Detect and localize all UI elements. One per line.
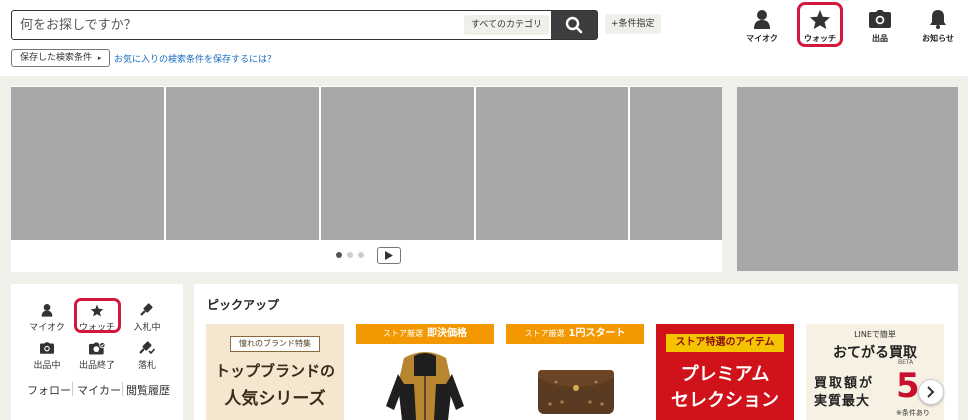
nav-sell[interactable]: 出品 bbox=[858, 6, 902, 48]
tag-small: ストア厳選 bbox=[383, 329, 423, 338]
search-icon bbox=[565, 16, 583, 34]
user-icon bbox=[41, 304, 53, 317]
card-headline: プレミアム bbox=[680, 364, 770, 385]
card-headline: おてがる買取 bbox=[833, 345, 917, 361]
pickup-card-buynow[interactable]: ストア厳選 即決価格 bbox=[356, 324, 494, 420]
saved-search-label: 保存した検索条件 bbox=[20, 53, 93, 63]
card-headline: 買取額が bbox=[814, 376, 875, 391]
chevron-right-icon bbox=[927, 386, 935, 398]
beta-badge: BETA bbox=[898, 359, 914, 366]
divider bbox=[122, 382, 123, 396]
camera-icon bbox=[869, 10, 891, 28]
menu-sell-ended[interactable]: 出品終了 bbox=[71, 338, 123, 372]
category-select[interactable]: すべてのカテゴリ bbox=[464, 15, 550, 35]
card-note: ※条件あり bbox=[896, 409, 930, 417]
menu-myauc[interactable]: マイオク bbox=[21, 300, 73, 334]
divider bbox=[72, 382, 73, 396]
wallet-image bbox=[538, 370, 614, 414]
tag-main: 即決価格 bbox=[427, 328, 467, 339]
search-input[interactable] bbox=[20, 11, 460, 39]
play-icon bbox=[385, 251, 393, 260]
bell-icon bbox=[930, 10, 946, 29]
nav-label: お知らせ bbox=[922, 34, 954, 43]
tag-small: ストア厳選 bbox=[524, 329, 565, 338]
menu-bidding[interactable]: 入札中 bbox=[121, 300, 173, 334]
camera-icon bbox=[40, 342, 54, 354]
jacket-image bbox=[386, 352, 464, 420]
condition-button[interactable]: +条件指定 bbox=[605, 14, 661, 34]
pickup-card-brand[interactable]: 憧れのブランド特集 トップブランドの 人気シリーズ bbox=[206, 324, 344, 420]
menu-follow-link[interactable]: フォロー bbox=[27, 382, 71, 398]
carousel-play-button[interactable] bbox=[377, 247, 401, 264]
gavel-icon bbox=[140, 303, 153, 316]
camera-check-icon bbox=[89, 341, 105, 354]
my-menu: マイオク ウォッチ 入札中 出品中 出品終了 落札 フォロー マイカー 閲覧履歴 bbox=[11, 284, 183, 420]
card-kicker: ストア特選のアイテム bbox=[666, 334, 784, 352]
card-kicker: LINEで簡単 bbox=[854, 330, 896, 339]
pickup-card-premium[interactable]: ストア特選のアイテム プレミアム セレクション bbox=[656, 324, 794, 420]
card-headline: トップブランドの bbox=[214, 362, 335, 380]
card-big-number: 5 bbox=[896, 366, 920, 406]
tag-main: 1円スタート bbox=[568, 328, 626, 339]
pickup-section: ピックアップ 憧れのブランド特集 トップブランドの 人気シリーズ ストア厳選 即決… bbox=[194, 284, 958, 420]
menu-label: 入札中 bbox=[133, 323, 161, 333]
watch-highlight bbox=[797, 2, 843, 47]
card-headline: 実質最大 bbox=[814, 394, 871, 409]
watch-highlight bbox=[74, 298, 121, 333]
card-headline: セレクション bbox=[671, 390, 779, 411]
pickup-card-buyback[interactable]: LINEで簡単 おてがる買取 BETA 買取額が 実質最大 5 ※条件あり bbox=[806, 324, 944, 420]
menu-selling[interactable]: 出品中 bbox=[21, 338, 73, 372]
pickup-next-button[interactable] bbox=[918, 379, 944, 405]
menu-label: 出品中 bbox=[33, 361, 61, 371]
side-banner[interactable] bbox=[737, 87, 958, 271]
banner-slide[interactable] bbox=[476, 87, 628, 240]
banner-carousel bbox=[11, 86, 722, 272]
carousel-dot[interactable] bbox=[358, 252, 364, 258]
user-icon bbox=[754, 10, 770, 29]
store-tag: ストア厳選 即決価格 bbox=[356, 324, 494, 344]
banner-slide[interactable] bbox=[11, 87, 164, 240]
carousel-dot[interactable] bbox=[336, 252, 342, 258]
pickup-card-one-yen[interactable]: ストア厳選 1円スタート bbox=[506, 324, 644, 420]
header: すべてのカテゴリ +条件指定 保存した検索条件 ▸ お気に入りの検索条件を保存す… bbox=[0, 0, 968, 76]
banner-slide[interactable] bbox=[321, 87, 474, 240]
nav-label: マイオク bbox=[746, 34, 778, 43]
nav-notifications[interactable]: お知らせ bbox=[916, 6, 960, 48]
gavel-check-icon bbox=[139, 341, 155, 355]
menu-won[interactable]: 落札 bbox=[121, 338, 173, 372]
card-kicker: 憧れのブランド特集 bbox=[230, 336, 320, 352]
nav-label: 出品 bbox=[872, 34, 888, 43]
carousel-dots bbox=[336, 252, 364, 258]
saved-search-help-link[interactable]: お気に入りの検索条件を保存するには？ bbox=[114, 52, 276, 65]
menu-label: 落札 bbox=[137, 361, 156, 371]
chevron-right-icon: ▸ bbox=[97, 54, 102, 62]
nav-myauc[interactable]: マイオク bbox=[740, 6, 784, 48]
banner-slide[interactable] bbox=[166, 87, 319, 240]
search-button[interactable] bbox=[551, 11, 597, 39]
menu-history-link[interactable]: 閲覧履歴 bbox=[126, 382, 170, 398]
store-tag: ストア厳選 1円スタート bbox=[506, 324, 644, 344]
card-headline: 人気シリーズ bbox=[224, 389, 326, 409]
saved-search-button[interactable]: 保存した検索条件 ▸ bbox=[11, 49, 111, 67]
section-title: ピックアップ bbox=[207, 298, 280, 312]
menu-label: 出品終了 bbox=[78, 361, 115, 371]
menu-mycar-link[interactable]: マイカー bbox=[77, 382, 121, 398]
menu-label: マイオク bbox=[29, 323, 65, 333]
banner-slide[interactable] bbox=[630, 87, 722, 240]
carousel-dot[interactable] bbox=[347, 252, 353, 258]
search-box: すべてのカテゴリ bbox=[11, 10, 598, 40]
